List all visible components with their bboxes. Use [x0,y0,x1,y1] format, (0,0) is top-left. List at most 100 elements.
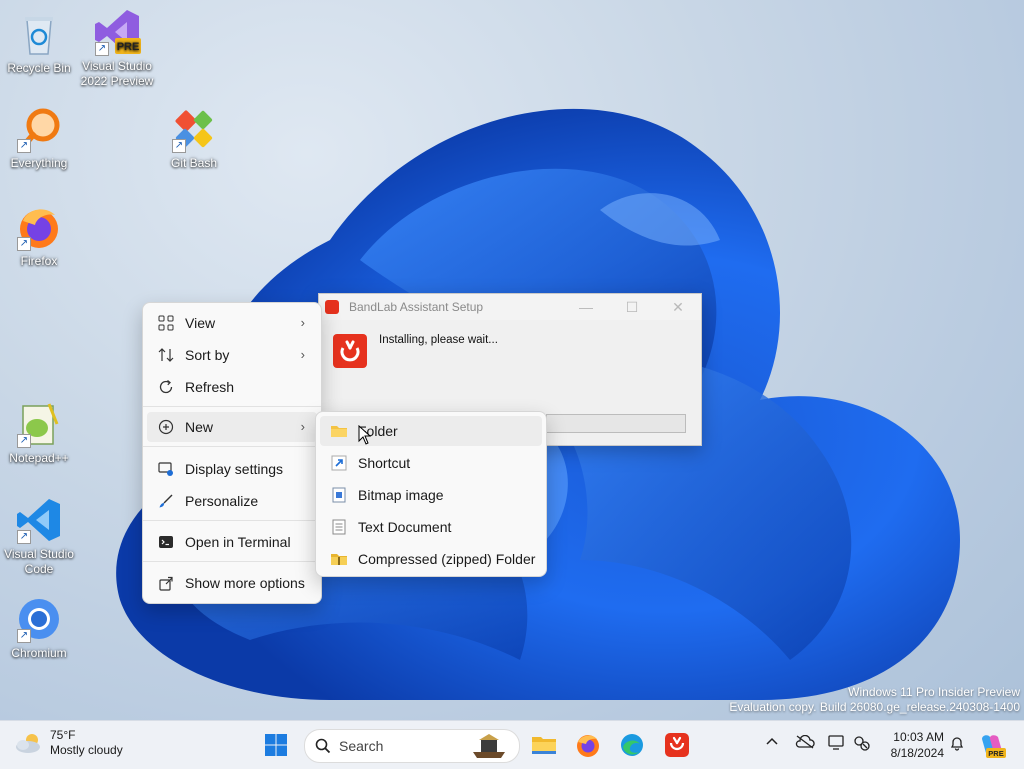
close-button[interactable]: ✕ [655,294,701,320]
desktop-icon-git-bash[interactable]: ↗ Git Bash [156,105,232,171]
submenu-item-compressed-folder[interactable]: Compressed (zipped) Folder [320,544,542,574]
desktop-context-menu: View › Sort by › Refresh New › Display s… [142,302,322,604]
everything-icon: ↗ [15,105,63,153]
submenu-item-shortcut[interactable]: Shortcut [320,448,542,478]
mouse-cursor [358,424,372,450]
menu-item-label: Sort by [185,347,230,363]
install-progress-bar [546,414,686,433]
minimize-button[interactable]: — [563,294,609,320]
shortcut-arrow-icon: ↗ [17,237,31,251]
menu-item-label: Show more options [185,575,305,591]
menu-separator [143,520,321,521]
file-explorer-icon [532,737,556,754]
refresh-icon [157,378,175,396]
plus-circle-icon [157,418,175,436]
bandlab-icon [665,733,689,757]
submenu-item-bitmap-image[interactable]: Bitmap image [320,480,542,510]
desktop-icon-label: Notepad++ [9,451,69,465]
bitmap-icon [330,486,348,504]
taskbar-edge[interactable] [616,729,648,761]
firefox-icon [577,735,599,757]
weather-temperature: 75°F [50,728,76,742]
text-doc-icon [330,518,348,536]
setup-titlebar[interactable]: BandLab Assistant Setup — ☐ ✕ [319,294,701,320]
show-hidden-icons-button[interactable] [766,735,778,751]
desktop-icon-visual-studio-2022-preview[interactable]: PRE ↗ Visual Studio 2022 Preview [79,8,155,89]
start-button[interactable] [260,729,292,761]
menu-separator [143,406,321,407]
sort-icon [157,346,175,364]
menu-separator [143,446,321,447]
weather-widget[interactable]: 75°F Mostly cloudy [14,728,123,758]
shortcut-arrow-icon: ↗ [17,434,31,448]
shortcut-arrow-icon: ↗ [95,42,109,56]
watermark-line-2: Evaluation copy. Build 26080.ge_release.… [729,700,1020,714]
display-icon [157,460,175,478]
submenu-item-text-document[interactable]: Text Document [320,512,542,542]
weather-description: Mostly cloudy [50,743,123,757]
search-placeholder: Search [339,738,384,754]
bandlab-app-icon [333,334,367,368]
submenu-item-label: Bitmap image [358,487,444,503]
edge-icon [621,734,643,756]
onedrive-tray-button[interactable] [795,734,815,752]
desktop-icon-recycle-bin[interactable]: Recycle Bin [1,10,77,76]
desktop-icon-label: Visual Studio 2022 Preview [80,59,154,88]
setup-window-title: BandLab Assistant Setup [349,300,484,314]
shortcut-arrow-icon: ↗ [17,530,31,544]
network-disconnected-icon [854,736,870,751]
desktop-icon-label: Firefox [20,254,58,268]
shortcut-arrow-icon: ↗ [172,139,186,153]
menu-item-personalize[interactable]: Personalize [147,486,317,516]
taskbar-file-explorer[interactable] [528,729,560,761]
menu-item-label: Open in Terminal [185,534,291,550]
desktop-icon-chromium[interactable]: ↗ Chromium [1,595,77,661]
vscode-icon: ↗ [15,496,63,544]
search-highlight-icon [467,732,511,765]
shortcut-icon [330,454,348,472]
network-tray-button[interactable] [853,735,871,754]
copilot-button[interactable]: PRE [976,729,1008,761]
shortcut-arrow-icon: ↗ [17,139,31,153]
submenu-item-label: Shortcut [358,455,411,471]
desktop-icon-notepad-plus-plus[interactable]: ↗ Notepad++ [1,400,77,466]
submenu-item-folder[interactable]: Folder [320,416,542,446]
windows-logo-icon [265,734,287,756]
search-icon [315,738,331,754]
monitor-icon [828,735,844,750]
desktop-icon-visual-studio-code[interactable]: ↗ Visual Studio Code [1,496,77,577]
desktop-icon-label: Visual Studio Code [4,547,74,576]
menu-separator [143,561,321,562]
menu-item-new[interactable]: New › [147,412,317,442]
taskbar-search-box[interactable]: Search [304,729,520,763]
menu-item-show-more-options[interactable]: Show more options [147,568,317,598]
notifications-button[interactable] [949,735,965,754]
menu-item-display-settings[interactable]: Display settings [147,454,317,484]
menu-item-view[interactable]: View › [147,308,317,338]
visual-studio-icon: PRE ↗ [93,8,141,56]
menu-item-refresh[interactable]: Refresh [147,372,317,402]
taskbar: 75°F Mostly cloudy Search 10:03 AM 8/18/… [0,720,1024,769]
desktop-icon-everything[interactable]: ↗ Everything [1,105,77,171]
menu-item-label: Refresh [185,379,235,395]
desktop-icon-label: Git Bash [170,156,218,170]
share-icon [157,574,175,592]
git-bash-icon: ↗ [170,105,218,153]
taskbar-clock[interactable]: 10:03 AM 8/18/2024 [891,729,944,761]
taskbar-bandlab[interactable] [661,729,693,761]
taskbar-firefox[interactable] [572,729,604,761]
menu-item-sort-by[interactable]: Sort by › [147,340,317,370]
new-submenu: Folder Shortcut Bitmap image Text Docume… [315,411,547,577]
desktop-icon-label: Everything [10,156,68,170]
menu-item-label: Personalize [185,493,259,509]
grid-icon [157,314,175,332]
maximize-button[interactable]: ☐ [609,294,655,320]
desktop-icon-firefox[interactable]: ↗ Firefox [1,203,77,269]
menu-item-open-in-terminal[interactable]: Open in Terminal [147,527,317,557]
brush-icon [157,492,175,510]
chevron-right-icon: › [300,315,305,330]
chromium-icon: ↗ [15,595,63,643]
display-tray-button[interactable] [828,735,846,754]
clock-time: 10:03 AM [893,730,944,744]
windows-watermark: Windows 11 Pro Insider Preview Evaluatio… [729,685,1020,715]
